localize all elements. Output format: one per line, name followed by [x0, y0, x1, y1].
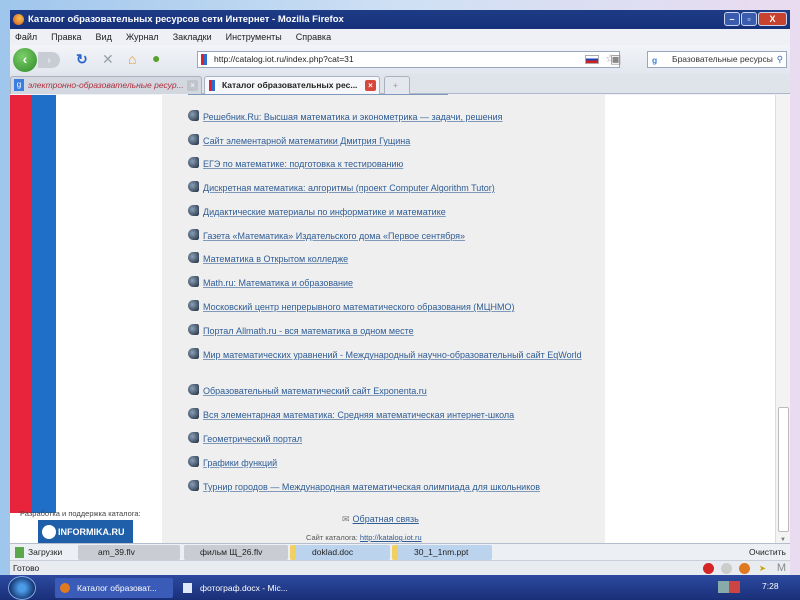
title-bar: Каталог образовательных ресурсов сети Ин… — [10, 10, 790, 29]
navigation-toolbar: › ‹ ↻ ✕ ⌂ ● http://catalog.iot.ru/index.… — [10, 45, 790, 74]
feedback-icon: ✉ — [342, 514, 350, 524]
status-bar: Готово ➤ M — [10, 560, 790, 575]
informika-logo-icon — [42, 525, 56, 539]
window-title: Каталог образовательных ресурсов сети Ин… — [28, 14, 344, 25]
menu-bar: Файл Правка Вид Журнал Закладки Инструменты Сп… — [10, 29, 790, 45]
download-item[interactable]: doklad.doc — [290, 545, 390, 560]
resource-link[interactable]: Сайт элементарной математики Дмитрия Гущ… — [188, 134, 588, 147]
back-button[interactable]: ‹ — [13, 48, 37, 72]
resource-link[interactable]: ЕГЭ по математике: подготовка к тестиров… — [188, 157, 588, 170]
page-icon — [188, 134, 199, 145]
site-favicon — [201, 54, 210, 65]
google-favicon: g — [14, 79, 24, 91]
page-icon — [188, 110, 199, 121]
developer-label: Разработка и поддержка каталога: — [20, 509, 141, 518]
addon-icon[interactable]: ● — [152, 50, 160, 66]
russia-flag-icon — [585, 55, 599, 64]
resource-link[interactable]: Вся элементарная математика: Средняя мат… — [188, 408, 588, 421]
screenshot-icon[interactable]: ▣ — [610, 51, 621, 67]
downloads-bar: Загрузки am_39.flv фильм Щ_26.flv doklad… — [10, 543, 790, 560]
page-icon — [188, 276, 199, 287]
menu-history[interactable]: Журнал — [126, 32, 159, 42]
page-icon — [188, 324, 199, 335]
downloads-button[interactable]: Загрузки — [12, 545, 70, 560]
search-input[interactable]: g Бразовательные ресурсы ⚲ — [647, 51, 787, 68]
download-item[interactable]: 30_1_1nm.ppt — [392, 545, 492, 560]
resource-link[interactable]: Образовательный математический сайт Expo… — [188, 384, 588, 397]
resource-link[interactable]: Турнир городов — Международная математич… — [188, 480, 588, 493]
gmail-icon[interactable]: M — [777, 561, 786, 576]
url-bar[interactable]: http://catalog.iot.ru/index.php?cat=31 ☆ — [197, 51, 620, 68]
informika-logo[interactable]: INFORMIKA.RU — [38, 520, 133, 544]
vertical-scrollbar[interactable]: ▼ — [775, 95, 790, 543]
resource-link[interactable]: Решебник.Ru: Высшая математика и экономе… — [188, 110, 588, 123]
catalog-site: Сайт каталога: http://katalog.iot.ru — [306, 533, 422, 542]
clock: 7:28 — [762, 581, 779, 591]
menu-edit[interactable]: Правка — [51, 32, 81, 42]
menu-bookmarks[interactable]: Закладки — [173, 32, 212, 42]
clear-downloads-button[interactable]: Очистить — [749, 545, 786, 560]
firefox-icon — [60, 583, 70, 593]
menu-tools[interactable]: Инструменты — [226, 32, 282, 42]
search-icon[interactable]: ⚲ — [777, 52, 783, 67]
start-button[interactable] — [8, 576, 36, 600]
catalog-site-link[interactable]: http://katalog.iot.ru — [360, 533, 422, 542]
page-icon — [188, 181, 199, 192]
maximize-button[interactable]: ▫ — [741, 12, 757, 26]
status-text: Готово — [13, 563, 40, 573]
taskbar-item-firefox[interactable]: Каталог образоват... — [55, 578, 173, 598]
page-icon — [188, 157, 199, 168]
tab-electronic-resources[interactable]: g электронно-образовательные ресур... × — [10, 76, 202, 94]
resource-link[interactable]: Портал Allmath.ru - вся математика в одн… — [188, 324, 588, 337]
page-icon — [188, 432, 199, 443]
partial-link[interactable] — [188, 88, 448, 95]
page-icon — [188, 348, 199, 359]
scrollbar-thumb[interactable] — [778, 407, 789, 532]
page-icon — [188, 408, 199, 419]
firefox-status-icon[interactable] — [739, 563, 750, 574]
resource-link[interactable]: Математика в Открытом колледже — [188, 252, 588, 265]
red-stripe — [10, 95, 32, 513]
resource-link[interactable]: Мир математических уравнений - Междунаро… — [188, 348, 588, 361]
blue-stripe — [32, 95, 56, 513]
resource-link[interactable]: Геометрический портал — [188, 432, 588, 445]
page-icon — [188, 252, 199, 263]
menu-help[interactable]: Справка — [296, 32, 331, 42]
page-icon — [188, 300, 199, 311]
page-icon — [188, 205, 199, 216]
close-button[interactable]: X — [758, 12, 787, 26]
resource-link[interactable]: Газета «Математика» Издательского дома «… — [188, 229, 588, 242]
download-item[interactable]: am_39.flv — [78, 545, 180, 560]
downloads-icon — [15, 547, 24, 558]
addon-status-icon[interactable] — [721, 563, 732, 574]
reload-icon[interactable]: ↻ — [76, 51, 88, 67]
minimize-button[interactable]: – — [724, 12, 740, 26]
resource-link[interactable]: Графики функций — [188, 456, 588, 469]
menu-view[interactable]: Вид — [96, 32, 112, 42]
feedback-link[interactable]: ✉ Обратная связь — [342, 514, 419, 525]
google-icon: g — [652, 55, 658, 65]
page-icon — [188, 384, 199, 395]
firefox-icon — [13, 14, 24, 25]
page-icon — [188, 456, 199, 467]
page-icon — [188, 229, 199, 240]
forward-button[interactable]: › — [38, 52, 60, 68]
word-icon — [183, 583, 192, 593]
taskbar: Каталог образоват... фотограф.docx - Mic… — [0, 575, 800, 600]
resource-link[interactable]: Дискретная математика: алгоритмы (проект… — [188, 181, 588, 194]
resource-link[interactable]: Math.ru: Математика и образование — [188, 276, 588, 289]
adblock-icon[interactable] — [703, 563, 714, 574]
resource-link[interactable]: Московский центр непрерывного математиче… — [188, 300, 588, 313]
tray-icons[interactable] — [718, 581, 740, 593]
cursor-icon[interactable]: ➤ — [759, 561, 766, 576]
url-text: http://catalog.iot.ru/index.php?cat=31 — [214, 54, 354, 64]
taskbar-item-word[interactable]: фотограф.docx - Mic... — [178, 578, 298, 598]
page-icon — [188, 480, 199, 491]
stop-icon[interactable]: ✕ — [102, 51, 114, 67]
resource-link[interactable]: Дидактические материалы по информатике и… — [188, 205, 588, 218]
home-icon[interactable]: ⌂ — [128, 51, 136, 67]
download-item[interactable]: фильм Щ_26.flv — [184, 545, 288, 560]
menu-file[interactable]: Файл — [15, 32, 37, 42]
